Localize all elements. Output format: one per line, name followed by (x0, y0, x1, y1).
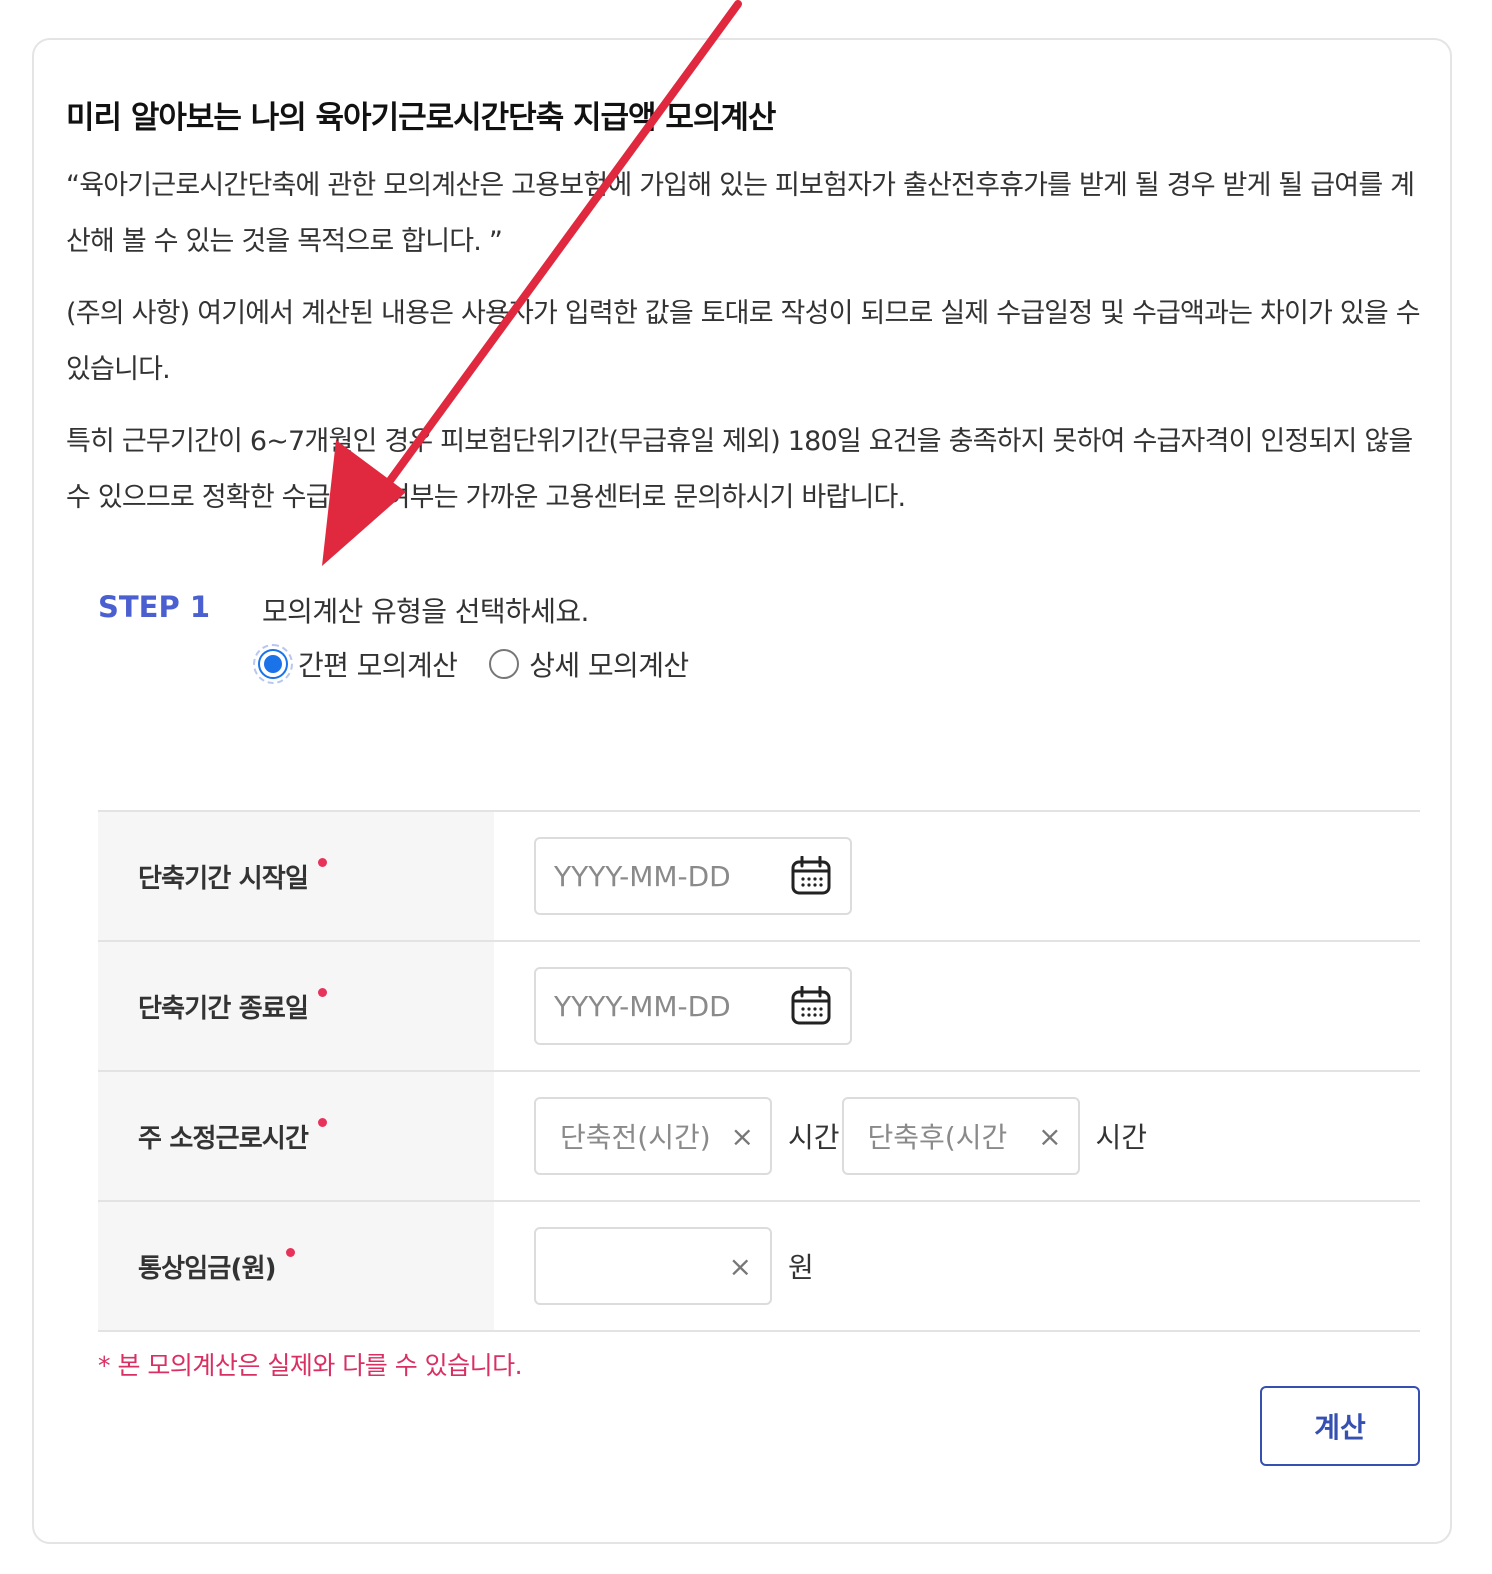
radio-unchecked-icon[interactable] (489, 649, 520, 679)
weekly-hours-label: 주 소정근로시간 (98, 1072, 494, 1200)
wage-field-cell: × 원 (494, 1202, 1420, 1330)
form-row-start-date: 단축기간 시작일 YYYY-MM-DD (98, 812, 1420, 942)
hours-unit-label: 시간 (788, 1121, 840, 1154)
disclaimer-notice: * 본 모의계산은 실제와 다를 수 있습니다. (98, 1351, 523, 1380)
end-date-field-cell: YYYY-MM-DD (494, 942, 1420, 1070)
required-dot-icon (285, 1247, 295, 1257)
start-date-label: 단축기간 시작일 (98, 812, 494, 940)
weekly-hours-field-cell: 단축전(시간) × 시간 단축후(시간 × 시간 (494, 1072, 1420, 1200)
hours-before-placeholder: 단축전(시간) (560, 1121, 711, 1154)
caution-paragraph: (주의 사항) 여기에서 계산된 내용은 사용자가 입력한 값을 토대로 작성이… (66, 298, 1421, 385)
calendar-icon[interactable] (790, 986, 832, 1026)
clear-icon[interactable]: × (729, 1250, 752, 1283)
required-dot-icon (318, 987, 328, 997)
calendar-icon[interactable] (790, 856, 832, 896)
start-date-input[interactable]: YYYY-MM-DD (534, 837, 852, 915)
wage-unit-label: 원 (788, 1251, 814, 1284)
end-date-input[interactable]: YYYY-MM-DD (534, 967, 852, 1045)
hours-before-input[interactable]: 단축전(시간) × (534, 1097, 772, 1175)
eligibility-paragraph: 특히 근무기간이 6~7개월인 경우 피보험단위기간(무급휴일 제외) 180일… (66, 426, 1413, 513)
radio-detailed-label: 상세 모의계산 (529, 649, 689, 682)
wage-label: 통상임금(원) (98, 1202, 494, 1330)
radio-checked-icon[interactable] (253, 644, 293, 684)
form-row-weekly-hours: 주 소정근로시간 단축전(시간) × 시간 단축후(시간 × 시간 (98, 1072, 1420, 1202)
intro-paragraph: “육아기근로시간단축에 관한 모의계산은 고용보험에 가입해 있는 피보험자가 … (66, 170, 1415, 257)
weekly-hours-label-text: 주 소정근로시간 (138, 1123, 309, 1154)
start-date-placeholder: YYYY-MM-DD (554, 859, 731, 893)
form-row-wage: 통상임금(원) × 원 (98, 1202, 1420, 1332)
radio-simple-label: 간편 모의계산 (298, 649, 458, 682)
start-date-label-text: 단축기간 시작일 (138, 863, 309, 894)
wage-input[interactable]: × (534, 1227, 772, 1305)
wage-label-text: 통상임금(원) (138, 1253, 277, 1284)
step-instruction: 모의계산 유형을 선택하세요. (262, 595, 589, 628)
hours-after-input[interactable]: 단축후(시간 × (841, 1097, 1080, 1175)
calc-type-radio-group: 간편 모의계산 상세 모의계산 (253, 644, 721, 684)
form-row-end-date: 단축기간 종료일 YYYY-MM-DD (98, 942, 1420, 1072)
page-title: 미리 알아보는 나의 육아기근로시간단축 지급액 모의계산 (66, 100, 776, 136)
start-date-field-cell: YYYY-MM-DD (494, 812, 1420, 940)
input-form-table: 단축기간 시작일 YYYY-MM-DD 단축기간 종료일 YYYY-MM-DD … (98, 810, 1420, 1332)
required-dot-icon (318, 857, 328, 867)
hours-unit-label: 시간 (1095, 1121, 1148, 1154)
step-label: STEP 1 (98, 590, 211, 624)
calculate-button[interactable]: 계산 (1260, 1386, 1420, 1466)
end-date-placeholder: YYYY-MM-DD (554, 989, 731, 1023)
required-dot-icon (318, 1117, 328, 1127)
clear-icon[interactable]: × (731, 1120, 754, 1153)
end-date-label-text: 단축기간 종료일 (138, 993, 309, 1024)
clear-icon[interactable]: × (1038, 1120, 1061, 1153)
hours-after-placeholder: 단축후(시간 (867, 1121, 1008, 1154)
radio-detailed-calc[interactable]: 상세 모의계산 (489, 644, 689, 684)
end-date-label: 단축기간 종료일 (98, 942, 494, 1070)
radio-simple-calc[interactable]: 간편 모의계산 (253, 644, 458, 684)
